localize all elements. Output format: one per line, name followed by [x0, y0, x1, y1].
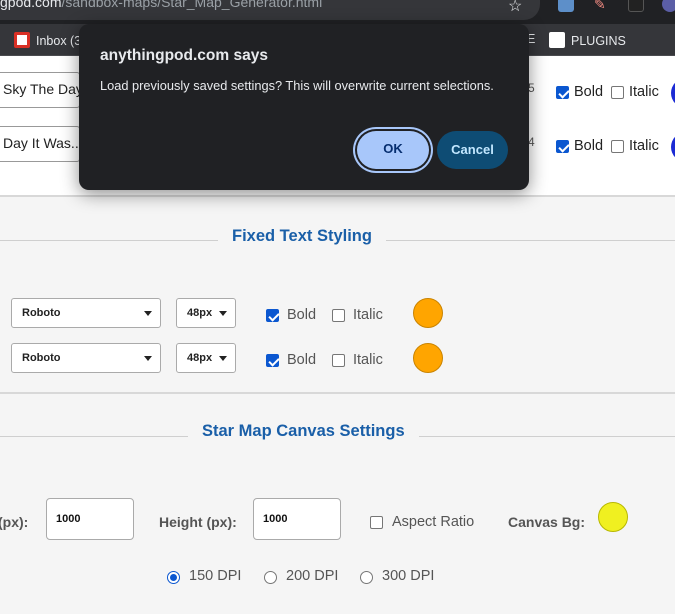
italic-checkbox[interactable]	[611, 86, 624, 99]
aspect-ratio-checkbox[interactable]	[370, 516, 383, 529]
italic-label: Italic	[353, 352, 383, 368]
bookmark-inbox[interactable]: Inbox (3	[14, 32, 81, 48]
section-title-wrap: Star Map Canvas Settings	[188, 416, 419, 446]
bookmark-plugins[interactable]: PLUGINS	[549, 32, 626, 48]
gmail-icon	[14, 32, 30, 48]
dpi-150-radio[interactable]	[167, 571, 180, 584]
size-select-value: 48px	[187, 352, 213, 364]
row-side-digit: 4	[528, 135, 535, 149]
bold-checkbox[interactable]	[266, 354, 279, 367]
color-swatch[interactable]	[671, 132, 675, 162]
aspect-ratio-label: Aspect Ratio	[392, 514, 475, 530]
italic-label: Italic	[353, 307, 383, 323]
browser-tab-strip: gpod.com/sandbox-maps/Star_Map_Generator…	[0, 0, 675, 24]
size-select[interactable]: 48px	[176, 298, 236, 328]
ok-button[interactable]: OK	[357, 131, 429, 169]
section-title: Fixed Text Styling	[232, 227, 372, 245]
profile-avatar-icon[interactable]	[662, 0, 675, 12]
custom-text-input[interactable]: Day It Was...	[0, 126, 80, 162]
color-swatch[interactable]	[413, 343, 443, 373]
italic-checkbox[interactable]	[332, 309, 345, 322]
plugins-icon	[549, 32, 565, 48]
font-select-value: Roboto	[22, 352, 61, 364]
extension-pen-icon[interactable]: ✎	[594, 0, 610, 12]
dialog-message: Load previously saved settings? This wil…	[100, 78, 494, 93]
dpi-300-radio[interactable]	[360, 571, 373, 584]
font-select-value: Roboto	[22, 307, 61, 319]
custom-text-input[interactable]: Sky The Day I	[0, 72, 80, 108]
height-input[interactable]: 1000	[253, 498, 341, 540]
color-swatch[interactable]	[671, 78, 675, 108]
bold-checkbox[interactable]	[556, 140, 569, 153]
height-label: Height (px):	[159, 514, 237, 530]
italic-checkbox[interactable]	[332, 354, 345, 367]
width-label: (px):	[0, 514, 29, 530]
canvas-settings-section: Star Map Canvas Settings (px): 1000 Heig…	[0, 392, 675, 614]
dpi-200-radio[interactable]	[264, 571, 277, 584]
url-host: gpod.com	[0, 0, 62, 10]
extension-logo-icon[interactable]	[628, 0, 644, 12]
address-bar[interactable]: gpod.com/sandbox-maps/Star_Map_Generator…	[0, 0, 540, 20]
chevron-down-icon	[144, 311, 152, 316]
canvas-bg-swatch[interactable]	[598, 502, 628, 532]
row-side-digit: 5	[528, 81, 535, 95]
chevron-down-icon	[144, 356, 152, 361]
dpi-200-label: 200 DPI	[286, 568, 339, 584]
width-input[interactable]: 1000	[46, 498, 134, 540]
dpi-300-label: 300 DPI	[382, 568, 435, 584]
bookmark-label: PLUGINS	[571, 34, 626, 48]
bookmark-label: Inbox (3	[36, 34, 82, 48]
section-title: Star Map Canvas Settings	[202, 422, 405, 440]
italic-label: Italic	[629, 84, 659, 100]
extension-image-icon[interactable]	[558, 0, 574, 12]
italic-label: Italic	[629, 138, 659, 154]
size-select-value: 48px	[187, 307, 213, 319]
section-title-wrap: Fixed Text Styling	[218, 221, 386, 251]
size-select[interactable]: 48px	[176, 343, 236, 373]
color-swatch[interactable]	[413, 298, 443, 328]
chevron-down-icon	[219, 311, 227, 316]
bold-checkbox[interactable]	[266, 309, 279, 322]
url-path: /sandbox-maps/Star_Map_Generator.html	[61, 0, 323, 10]
confirm-dialog: anythingpod.com says Load previously sav…	[79, 24, 529, 190]
chevron-down-icon	[219, 356, 227, 361]
address-url[interactable]: gpod.com/sandbox-maps/Star_Map_Generator…	[0, 0, 322, 10]
bookmark-star-icon[interactable]: ☆	[508, 0, 522, 16]
font-select[interactable]: Roboto	[11, 298, 161, 328]
canvas-bg-label: Canvas Bg:	[508, 514, 586, 530]
fixed-text-section: Fixed Text Styling Roboto 48px Bold Ital…	[0, 195, 675, 392]
bold-checkbox[interactable]	[556, 86, 569, 99]
cancel-button[interactable]: Cancel	[437, 131, 508, 169]
dialog-title: anythingpod.com says	[100, 47, 268, 64]
bold-label: Bold	[574, 138, 604, 154]
bold-label: Bold	[574, 84, 604, 100]
font-select[interactable]: Roboto	[11, 343, 161, 373]
dpi-150-label: 150 DPI	[189, 568, 242, 584]
italic-checkbox[interactable]	[611, 140, 624, 153]
bold-label: Bold	[287, 352, 317, 368]
bold-label: Bold	[287, 307, 317, 323]
